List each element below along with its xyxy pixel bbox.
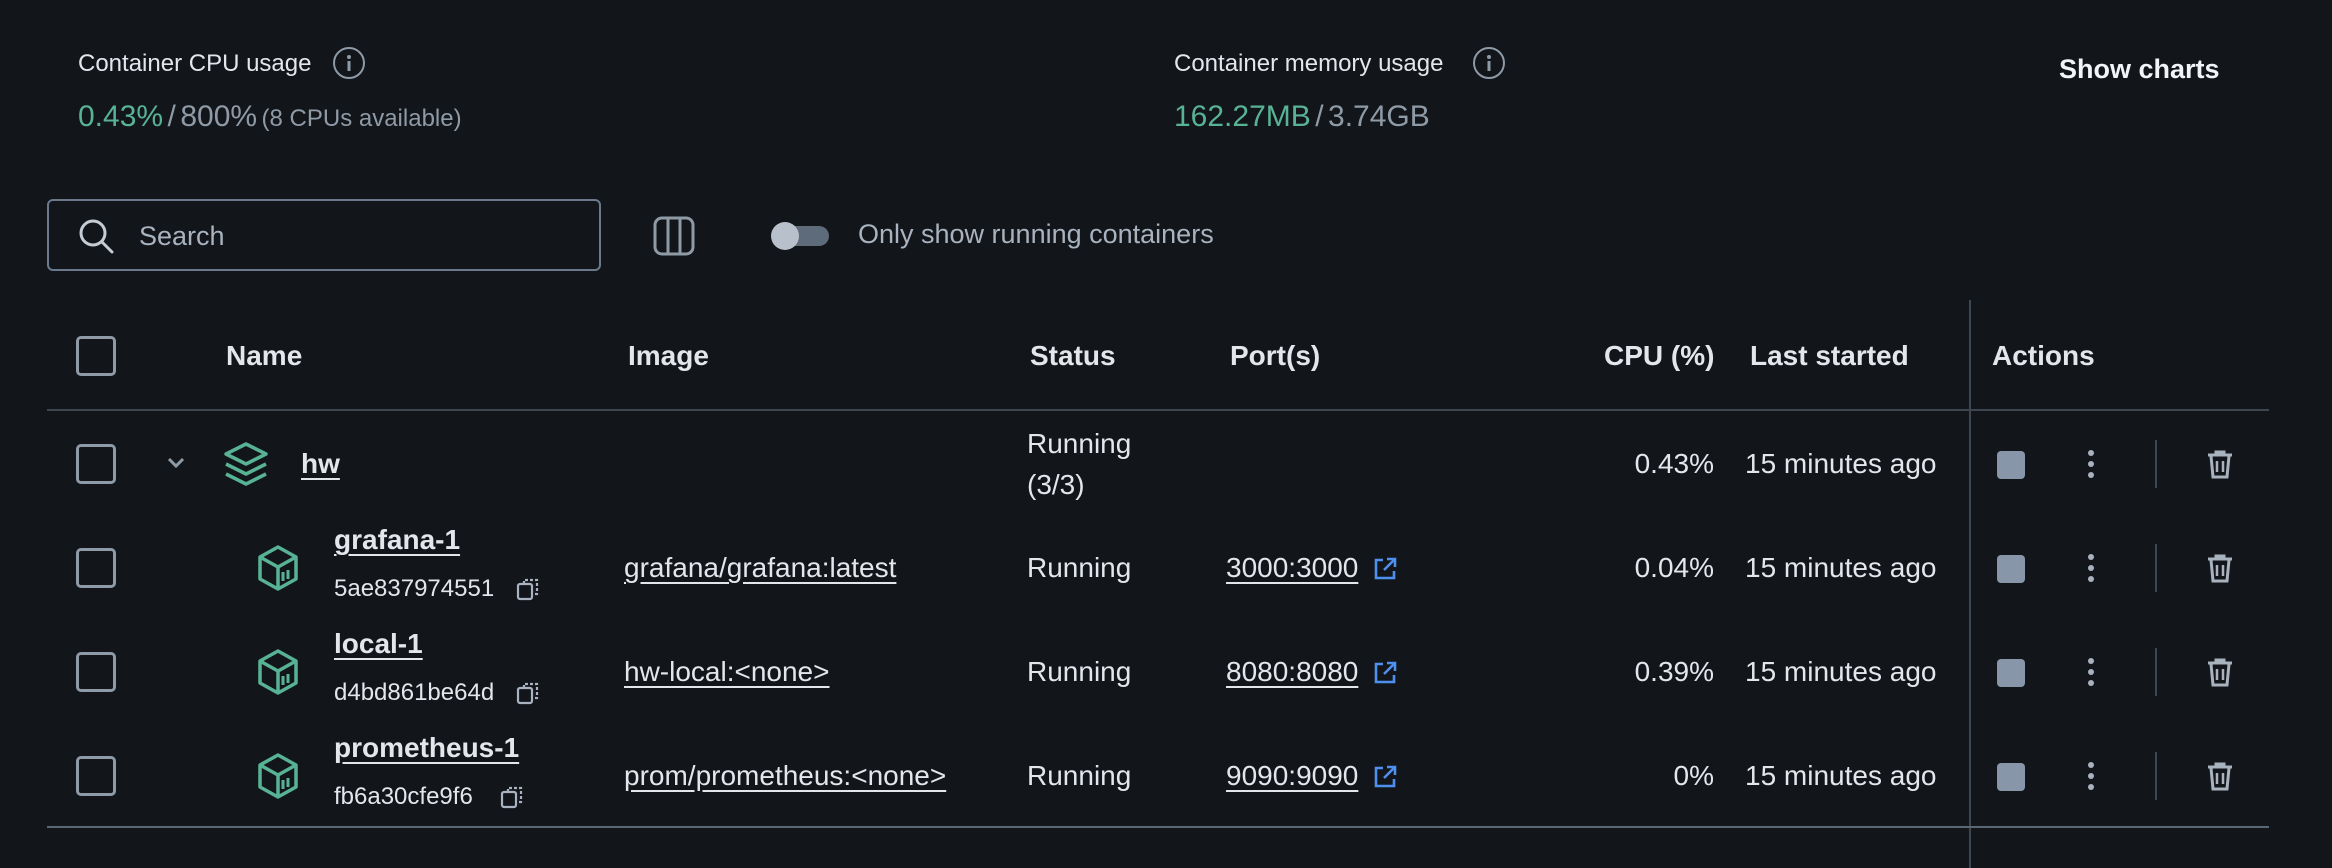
memory-info-icon[interactable]	[1473, 47, 1505, 79]
container-name-link[interactable]: local-1	[334, 628, 423, 660]
more-options-icon[interactable]	[2087, 450, 2095, 484]
cpu-info-icon[interactable]	[333, 47, 365, 79]
stop-button[interactable]	[1997, 763, 2025, 791]
status-text: Running	[1027, 552, 1132, 583]
column-header-actions: Actions	[1992, 340, 2095, 371]
action-separator	[2155, 544, 2157, 592]
port-link[interactable]: 3000:3000	[1226, 552, 1358, 584]
action-separator	[2155, 440, 2157, 488]
search-icon	[77, 217, 115, 260]
port-link[interactable]: 9090:9090	[1226, 760, 1358, 792]
image-link[interactable]: prom/prometheus:<none>	[624, 760, 946, 792]
chevron-down-icon[interactable]	[165, 455, 187, 476]
external-link-icon[interactable]	[1372, 556, 1398, 587]
row-checkbox[interactable]	[76, 444, 116, 484]
stop-button[interactable]	[1997, 659, 2025, 687]
memory-used: 162.27MB	[1174, 100, 1311, 133]
running-filter-toggle[interactable]	[771, 222, 829, 250]
container-name-link[interactable]: prometheus-1	[334, 732, 519, 764]
image-link[interactable]: hw-local:<none>	[624, 656, 829, 688]
row-checkbox[interactable]	[76, 548, 116, 588]
more-options-icon[interactable]	[2087, 762, 2095, 796]
cpu-usage-value: 0.43% / 800% (8 CPUs available)	[78, 100, 462, 134]
memory-separator: /	[1315, 100, 1324, 133]
cpu-used: 0.43%	[78, 100, 164, 133]
column-header-name[interactable]: Name	[226, 340, 302, 372]
container-id: fb6a30cfe9f6	[334, 783, 473, 810]
memory-usage-title: Container memory usage	[1174, 50, 1444, 77]
action-separator	[2155, 648, 2157, 696]
column-header-ports[interactable]: Port(s)	[1230, 340, 1320, 372]
copy-icon[interactable]	[516, 577, 540, 606]
last-started: 15 minutes ago	[1745, 656, 1937, 687]
memory-usage-value: 162.27MB / 3.74GB	[1174, 100, 1430, 134]
container-icon	[256, 648, 300, 701]
status-text: Running	[1027, 656, 1132, 687]
search-field[interactable]	[47, 199, 601, 271]
header-divider	[47, 409, 2269, 411]
group-cpu: 0.43%	[1634, 448, 1714, 479]
cpu-usage-title: Container CPU usage	[78, 50, 312, 77]
column-header-last-started[interactable]: Last started	[1750, 340, 1909, 372]
column-header-cpu[interactable]: CPU (%)	[1604, 340, 1714, 372]
cpu-separator: /	[167, 100, 176, 133]
columns-icon[interactable]	[653, 216, 695, 261]
trash-icon[interactable]	[2206, 449, 2234, 484]
column-header-image[interactable]: Image	[628, 340, 709, 372]
row-checkbox[interactable]	[76, 652, 116, 692]
stop-button[interactable]	[1997, 451, 2025, 479]
running-filter-label: Only show running containers	[858, 219, 1214, 249]
image-link[interactable]: grafana/grafana:latest	[624, 552, 896, 584]
container-name-link[interactable]: grafana-1	[334, 524, 460, 556]
trash-icon[interactable]	[2206, 553, 2234, 588]
trash-icon[interactable]	[2206, 761, 2234, 796]
more-options-icon[interactable]	[2087, 554, 2095, 588]
copy-icon[interactable]	[516, 681, 540, 710]
column-header-status[interactable]: Status	[1030, 340, 1116, 372]
stop-button[interactable]	[1997, 555, 2025, 583]
container-icon	[256, 752, 300, 805]
search-input[interactable]	[137, 201, 581, 271]
cpu-note: (8 CPUs available)	[261, 105, 462, 132]
copy-icon[interactable]	[500, 785, 524, 814]
select-all-checkbox[interactable]	[76, 336, 116, 376]
last-started: 15 minutes ago	[1745, 552, 1937, 583]
row-checkbox[interactable]	[76, 756, 116, 796]
stack-icon	[222, 440, 270, 493]
group-status-count: (3/3)	[1027, 469, 1085, 500]
cpu-value: 0.04%	[1634, 552, 1714, 583]
more-options-icon[interactable]	[2087, 658, 2095, 692]
group-status-running: Running	[1027, 428, 1132, 459]
cpu-value: 0.39%	[1634, 656, 1714, 687]
container-id: 5ae837974551	[334, 575, 495, 602]
container-id: d4bd861be64d	[334, 679, 495, 706]
external-link-icon[interactable]	[1372, 764, 1398, 795]
table-bottom-divider	[47, 826, 2269, 828]
port-link[interactable]: 8080:8080	[1226, 656, 1358, 688]
memory-total: 3.74GB	[1328, 100, 1430, 133]
show-charts-button[interactable]: Show charts	[2059, 54, 2220, 85]
action-separator	[2155, 752, 2157, 800]
external-link-icon[interactable]	[1372, 660, 1398, 691]
last-started: 15 minutes ago	[1745, 760, 1937, 791]
container-icon	[256, 544, 300, 597]
group-name-link[interactable]: hw	[301, 448, 340, 480]
actions-divider	[1969, 300, 1971, 868]
cpu-total: 800%	[180, 100, 258, 133]
status-text: Running	[1027, 760, 1132, 791]
trash-icon[interactable]	[2206, 657, 2234, 692]
group-last-started: 15 minutes ago	[1745, 448, 1937, 479]
cpu-value: 0%	[1673, 760, 1714, 791]
